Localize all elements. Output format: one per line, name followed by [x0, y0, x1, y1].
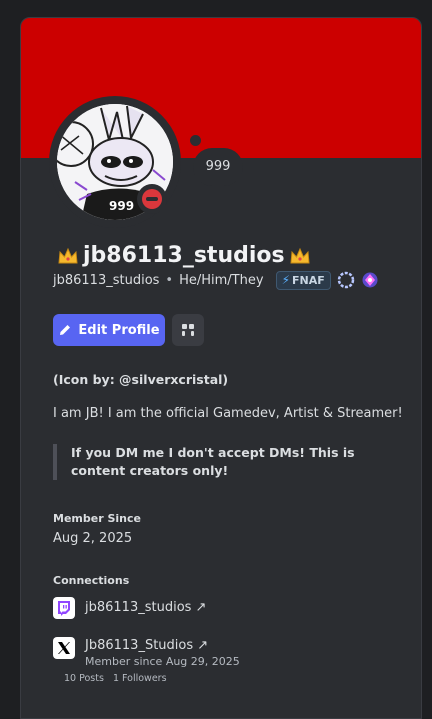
x-icon: [53, 637, 75, 659]
display-name: jb86113_studios: [57, 241, 311, 271]
connection-twitch[interactable]: jb86113_studios ↗: [53, 597, 206, 619]
crown-icon: [58, 247, 78, 264]
status-indicator: [137, 184, 167, 214]
twitch-connection-name[interactable]: jb86113_studios ↗: [85, 597, 206, 619]
boost-badge-icon[interactable]: [361, 271, 379, 289]
game-tag-label: FNAF: [292, 273, 325, 287]
member-since-label: Member Since: [53, 512, 141, 525]
bio-quote: If you DM me I don't accept DMs! This is…: [53, 444, 391, 480]
member-since-value: Aug 2, 2025: [53, 531, 133, 546]
separator-dot: •: [165, 272, 174, 288]
avatar-jersey-number: 999: [109, 199, 134, 213]
status-bubble-tail: [190, 135, 201, 146]
do-not-disturb-icon: [142, 189, 162, 209]
game-tag-badge[interactable]: ⚡ FNAF: [275, 270, 331, 290]
username[interactable]: jb86113_studios: [53, 273, 159, 288]
x-connection-details: Jb86113_Studios ↗ Member since Aug 29, 2…: [85, 637, 240, 669]
edit-profile-label: Edit Profile: [78, 322, 160, 338]
connection-x[interactable]: Jb86113_Studios ↗ Member since Aug 29, 2…: [53, 637, 240, 669]
x-member-since: Member since Aug 29, 2025: [85, 655, 240, 668]
custom-status-bubble[interactable]: 999: [193, 148, 243, 186]
x-posts-count: 10 Posts: [64, 673, 104, 684]
pencil-icon: [60, 325, 71, 335]
grid-icon: [182, 324, 194, 336]
x-connection-stats: 10 Posts 1 Followers: [64, 673, 167, 684]
more-options-button[interactable]: [172, 314, 204, 346]
nitro-badge-icon[interactable]: [337, 271, 355, 289]
display-name-text: jb86113_studios: [83, 243, 285, 268]
username-row: jb86113_studios • He/Him/They ⚡ FNAF: [53, 270, 379, 290]
edit-profile-button[interactable]: Edit Profile: [53, 314, 165, 346]
crown-icon: [290, 247, 310, 264]
pronouns: He/Him/They: [179, 272, 264, 288]
bio-quote-line: If you DM me I don't accept DMs! This is: [71, 445, 355, 460]
twitch-icon: [53, 597, 75, 619]
bio-quote-line: content creators only!: [71, 463, 229, 478]
bio-text: I am JB! I am the official Gamedev, Arti…: [53, 406, 403, 421]
profile-card: 999 999 jb86113_studios jb86113_studios …: [20, 17, 422, 719]
icon-credit: (Icon by: @silverxcristal): [53, 372, 229, 387]
x-followers-count: 1 Followers: [112, 673, 167, 684]
x-connection-name[interactable]: Jb86113_Studios ↗: [85, 637, 240, 655]
connections-label: Connections: [53, 574, 130, 587]
lightning-icon: ⚡: [281, 273, 290, 287]
